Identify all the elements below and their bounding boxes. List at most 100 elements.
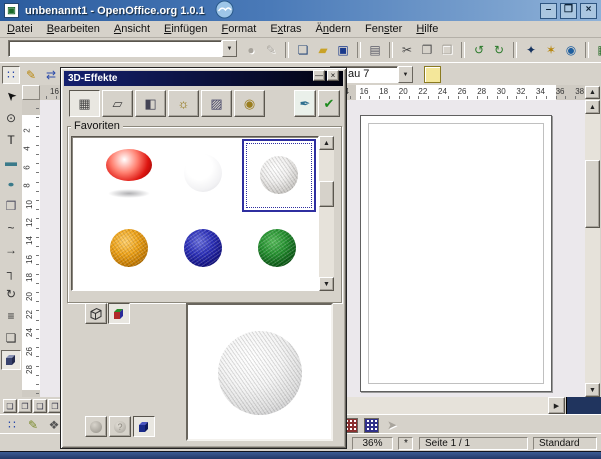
save-icon[interactable]: ▣ <box>334 41 352 59</box>
snap-grid-icon[interactable] <box>362 416 380 434</box>
lines-arrows-tool-icon[interactable]: → <box>1 240 21 260</box>
color-display-button[interactable] <box>108 303 130 324</box>
favorites-scrollbar[interactable]: ▲ ▼ <box>319 136 334 291</box>
tab-material[interactable]: ◉ <box>234 90 265 117</box>
tab-illumination[interactable]: ☼ <box>168 90 199 117</box>
vertical-ruler[interactable]: 246810121416182022242628 <box>22 100 41 397</box>
style-name-field[interactable]: Standard <box>533 437 597 450</box>
menu-ndern[interactable]: Ändern <box>309 22 359 36</box>
hscroll-right-button[interactable]: ▶ <box>548 397 565 414</box>
favorite-blue-textured-sphere[interactable] <box>168 214 242 287</box>
url-dropdown-button[interactable]: ▼ <box>222 40 237 57</box>
menu-format[interactable]: Format <box>214 22 263 36</box>
menu-einfgen[interactable]: Einfügen <box>157 22 214 36</box>
pen-option-icon-glyph: ✎ <box>28 419 38 431</box>
wireframe-display-button[interactable] <box>85 303 107 324</box>
hyperlink-icon[interactable]: ◉ <box>562 41 580 59</box>
url-input[interactable] <box>8 40 222 57</box>
favorite-red-glossy-sphere[interactable] <box>94 139 168 212</box>
edit-file-icon-glyph: ✎ <box>266 44 276 56</box>
favorite-orange-textured-sphere[interactable] <box>94 214 168 287</box>
tab-favorites[interactable]: ▦ <box>69 90 100 117</box>
cut-icon[interactable]: ✂ <box>398 41 416 59</box>
color-combo-dropdown-button[interactable]: ▼ <box>398 66 413 83</box>
favorite-green-textured-sphere[interactable] <box>242 214 316 287</box>
vertical-scrollbar[interactable] <box>585 100 600 397</box>
maximize-button[interactable]: ❐ <box>560 3 577 19</box>
glue-points-option-icon-glyph: ❖ <box>49 419 60 431</box>
scroll-split-button[interactable]: ▲ <box>585 86 600 99</box>
red-glossy-sphere-shadow <box>108 189 150 198</box>
alignment-tool-icon[interactable]: ≡ <box>1 306 21 326</box>
text-tool-icon[interactable]: T <box>1 130 21 150</box>
new-document-icon[interactable]: ❏ <box>294 41 312 59</box>
assign-colors-button[interactable]: ✒ <box>294 90 316 117</box>
favorite-gray-textured-sphere[interactable] <box>242 139 316 212</box>
pen-option-icon[interactable]: ✎ <box>24 416 42 434</box>
edit-points-option-icon[interactable]: ∷ <box>3 416 21 434</box>
tab-shading[interactable]: ◧ <box>135 90 166 117</box>
vscroll-down-button[interactable]: ▼ <box>585 383 600 397</box>
layer-tab-button-1[interactable]: ❏ <box>3 399 17 413</box>
layer-tab-button-2[interactable]: ❐ <box>18 399 32 413</box>
menu-bearbeiten[interactable]: Bearbeiten <box>40 22 107 36</box>
connector-tool-icon[interactable]: ┐ <box>1 262 21 282</box>
menu-extras[interactable]: Extras <box>263 22 308 36</box>
vruler-number: 8 <box>23 183 32 187</box>
undo-icon[interactable]: ↺ <box>470 41 488 59</box>
wizard-icon[interactable]: ✶ <box>542 41 560 59</box>
minimize-button[interactable]: – <box>540 3 557 19</box>
print-icon[interactable]: ▤ <box>366 41 384 59</box>
menu-fenster[interactable]: Fenster <box>358 22 409 36</box>
close-button[interactable]: × <box>580 3 597 19</box>
vruler-number: 28 <box>25 365 34 374</box>
zoom-tool-icon[interactable]: ⊙ <box>1 108 21 128</box>
vruler-number: 4 <box>23 147 32 151</box>
redo-icon[interactable]: ↻ <box>490 41 508 59</box>
cube-mode-button[interactable] <box>133 416 155 437</box>
menu-ansicht[interactable]: Ansicht <box>107 22 157 36</box>
favorite-white-glossy-sphere[interactable] <box>168 139 242 212</box>
objects-3d-tool-icon[interactable]: ❒ <box>1 196 21 216</box>
zoom-level-field[interactable]: 36% <box>352 437 393 450</box>
menu-datei[interactable]: Datei <box>0 22 40 36</box>
pen-icon[interactable]: ✎ <box>22 66 40 84</box>
edit-points-icon[interactable]: ∷ <box>2 66 20 84</box>
select-tool-icon[interactable]: ➤ <box>1 86 21 106</box>
ellipse-tool-icon[interactable]: ● <box>1 174 21 194</box>
rotate-tool-icon[interactable]: ↻ <box>1 284 21 304</box>
window-titlebar: ▣ unbenannt1 - OpenOffice.org 1.0.1 – ❐ … <box>0 0 601 21</box>
vscroll-thumb[interactable] <box>585 160 600 228</box>
favorites-scroll-up-button[interactable]: ▲ <box>319 136 334 150</box>
gallery-icon[interactable]: ▦ <box>594 41 601 59</box>
open-icon[interactable]: ▰ <box>314 41 332 59</box>
navigator-icon[interactable]: ✦ <box>522 41 540 59</box>
rectangle-tool-icon[interactable]: ▬ <box>1 152 21 172</box>
favorites-scroll-down-button[interactable]: ▼ <box>319 277 334 291</box>
dialog-close-button[interactable]: × <box>327 70 339 81</box>
curve-tool-icon[interactable]: ~ <box>1 218 21 238</box>
color-swatch-icon[interactable] <box>424 66 441 83</box>
page-info-field[interactable]: Seite 1 / 1 <box>419 437 528 450</box>
window-resize-corner[interactable] <box>566 397 601 414</box>
zoom-tool-icon-glyph: ⊙ <box>6 112 16 124</box>
menu-hilfe[interactable]: Hilfe <box>409 22 445 36</box>
apply-button[interactable]: ✔ <box>318 90 340 117</box>
favorites-listbox[interactable] <box>71 136 319 291</box>
orange-textured-sphere <box>110 229 148 267</box>
function-toolbar: ▼ ●✎❏▰▣▤✂❐❒↺↻✦✶◉▦ <box>0 38 601 62</box>
vscroll-up-button[interactable]: ▲ <box>585 100 600 114</box>
app-icon: ▣ <box>4 3 19 18</box>
layer-tab-button-3[interactable]: ❑ <box>33 399 47 413</box>
window-bottom-border <box>0 451 601 459</box>
tab-geometry[interactable]: ▱ <box>102 90 133 117</box>
controller-3d-tool-icon[interactable] <box>1 350 21 370</box>
copy-icon[interactable]: ❐ <box>418 41 436 59</box>
arrowheads-icon[interactable]: ⇄ <box>42 66 60 84</box>
favorites-scroll-thumb[interactable] <box>319 181 334 207</box>
arrange-tool-icon[interactable]: ❏ <box>1 328 21 348</box>
save-icon-glyph: ▣ <box>337 44 348 56</box>
tab-textures[interactable]: ▨ <box>201 90 232 117</box>
dialog-titlebar[interactable]: 3D-Effekte <box>64 71 343 86</box>
dialog-rollup-button[interactable]: — <box>313 70 325 81</box>
